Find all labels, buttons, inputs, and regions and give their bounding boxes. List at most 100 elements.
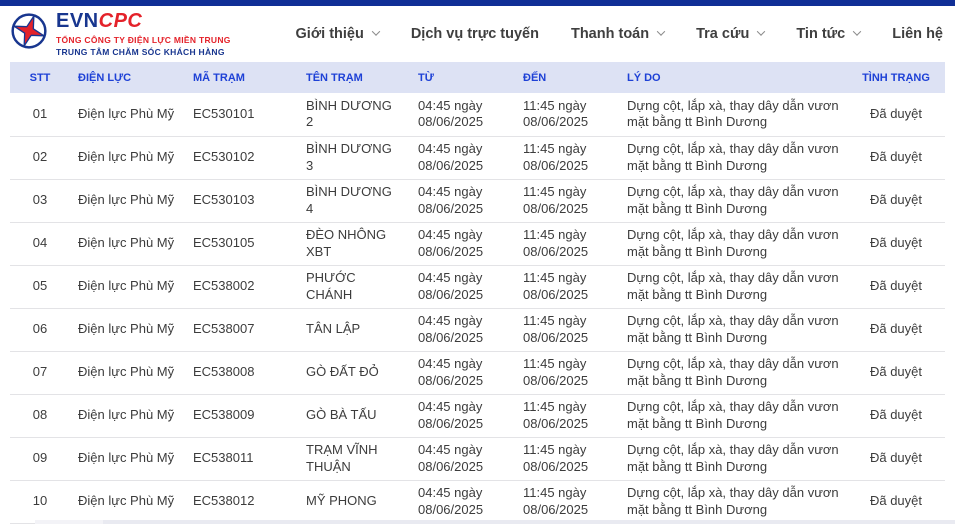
table-row: 04 Điện lực Phù Mỹ EC530105 ĐÈO NHÔNG XB… — [10, 222, 945, 265]
table-row: 03 Điện lực Phù Mỹ EC530103 BÌNH DƯƠNG 4… — [10, 179, 945, 222]
power-company-cell: Điện lực Phù Mỹ — [70, 179, 185, 222]
row-index-cell: 10 — [10, 480, 70, 523]
from-datetime-cell: 04:45 ngày 08/06/2025 — [410, 222, 515, 265]
to-datetime-cell: 11:45 ngày 08/06/2025 — [515, 265, 619, 308]
station-code-cell: EC538007 — [185, 308, 298, 351]
status-cell: Đã duyệt — [847, 394, 945, 437]
reason-cell: Dựng cột, lắp xà, thay dây dẫn vươn mặt … — [619, 480, 847, 523]
to-datetime-cell: 11:45 ngày 08/06/2025 — [515, 351, 619, 394]
col-header-tu: TỪ — [410, 62, 515, 93]
from-datetime-cell: 04:45 ngày 08/06/2025 — [410, 351, 515, 394]
power-company-cell: Điện lực Phù Mỹ — [70, 136, 185, 179]
station-name-cell: BÌNH DƯƠNG 3 — [298, 136, 410, 179]
to-datetime-cell: 11:45 ngày 08/06/2025 — [515, 93, 619, 136]
row-index-cell: 03 — [10, 179, 70, 222]
station-code-cell: EC538009 — [185, 394, 298, 437]
row-index-cell: 04 — [10, 222, 70, 265]
nav-item-dich-vu-truc-tuyen[interactable]: Dịch vụ trực tuyến — [411, 26, 539, 42]
table-row: 01 Điện lực Phù Mỹ EC530101 BÌNH DƯƠNG 2… — [10, 93, 945, 136]
from-datetime-cell: 04:45 ngày 08/06/2025 — [410, 394, 515, 437]
table-row: 02 Điện lực Phù Mỹ EC530102 BÌNH DƯƠNG 3… — [10, 136, 945, 179]
station-name-cell: GÒ BÀ TẤU — [298, 394, 410, 437]
power-company-cell: Điện lực Phù Mỹ — [70, 351, 185, 394]
status-cell: Đã duyệt — [847, 179, 945, 222]
col-header-ly-do: LÝ DO — [619, 62, 847, 93]
status-cell: Đã duyệt — [847, 480, 945, 523]
to-datetime-cell: 11:45 ngày 08/06/2025 — [515, 308, 619, 351]
power-company-cell: Điện lực Phù Mỹ — [70, 265, 185, 308]
nav-item-tra-cuu[interactable]: Tra cứu — [696, 26, 764, 42]
station-name-cell: ĐÈO NHÔNG XBT — [298, 222, 410, 265]
to-datetime-cell: 11:45 ngày 08/06/2025 — [515, 179, 619, 222]
station-code-cell: EC530101 — [185, 93, 298, 136]
reason-cell: Dựng cột, lắp xà, thay dây dẫn vươn mặt … — [619, 351, 847, 394]
to-datetime-cell: 11:45 ngày 08/06/2025 — [515, 394, 619, 437]
horizontal-scrollbar[interactable] — [0, 520, 955, 525]
station-name-cell: MỸ PHONG — [298, 480, 410, 523]
to-datetime-cell: 11:45 ngày 08/06/2025 — [515, 480, 619, 523]
reason-cell: Dựng cột, lắp xà, thay dây dẫn vươn mặt … — [619, 265, 847, 308]
main-nav: Giới thiệu Dịch vụ trực tuyến Thanh toán… — [296, 26, 945, 42]
reason-cell: Dựng cột, lắp xà, thay dây dẫn vươn mặt … — [619, 136, 847, 179]
station-name-cell: TÂN LẬP — [298, 308, 410, 351]
station-name-cell: BÌNH DƯƠNG 4 — [298, 179, 410, 222]
station-code-cell: EC538011 — [185, 437, 298, 480]
col-header-ma-tram: MÃ TRẠM — [185, 62, 298, 93]
station-name-cell: PHƯỚC CHÁNH — [298, 265, 410, 308]
col-header-tinh-trang: TÌNH TRẠNG — [847, 62, 945, 93]
evn-star-icon — [10, 12, 48, 50]
power-company-cell: Điện lực Phù Mỹ — [70, 222, 185, 265]
from-datetime-cell: 04:45 ngày 08/06/2025 — [410, 308, 515, 351]
col-header-dien-luc: ĐIỆN LỰC — [70, 62, 185, 93]
scrollbar-track[interactable] — [35, 520, 955, 524]
reason-cell: Dựng cột, lắp xà, thay dây dẫn vươn mặt … — [619, 394, 847, 437]
station-name-cell: BÌNH DƯƠNG 2 — [298, 93, 410, 136]
reason-cell: Dựng cột, lắp xà, thay dây dẫn vươn mặt … — [619, 179, 847, 222]
station-code-cell: EC538008 — [185, 351, 298, 394]
table-row: 10 Điện lực Phù Mỹ EC538012 MỸ PHONG 04:… — [10, 480, 945, 523]
outage-table: STT ĐIỆN LỰC MÃ TRẠM TÊN TRẠM TỪ ĐẾN LÝ … — [10, 62, 945, 524]
row-index-cell: 07 — [10, 351, 70, 394]
station-code-cell: EC538012 — [185, 480, 298, 523]
chevron-down-icon — [757, 27, 765, 35]
power-company-cell: Điện lực Phù Mỹ — [70, 308, 185, 351]
scrollbar-thumb[interactable] — [35, 520, 103, 524]
table-row: 05 Điện lực Phù Mỹ EC538002 PHƯỚC CHÁNH … — [10, 265, 945, 308]
power-company-cell: Điện lực Phù Mỹ — [70, 437, 185, 480]
row-index-cell: 01 — [10, 93, 70, 136]
power-company-cell: Điện lực Phù Mỹ — [70, 93, 185, 136]
status-cell: Đã duyệt — [847, 93, 945, 136]
col-header-stt: STT — [10, 62, 70, 93]
from-datetime-cell: 04:45 ngày 08/06/2025 — [410, 136, 515, 179]
logo[interactable]: EVNCPC TỔNG CÔNG TY ĐIỆN LỰC MIỀN TRUNG … — [10, 11, 231, 57]
power-company-cell: Điện lực Phù Mỹ — [70, 480, 185, 523]
site-header: EVNCPC TỔNG CÔNG TY ĐIỆN LỰC MIỀN TRUNG … — [0, 6, 955, 62]
table-row: 07 Điện lực Phù Mỹ EC538008 GÒ ĐẤT ĐỎ 04… — [10, 351, 945, 394]
from-datetime-cell: 04:45 ngày 08/06/2025 — [410, 179, 515, 222]
status-cell: Đã duyệt — [847, 308, 945, 351]
status-cell: Đã duyệt — [847, 222, 945, 265]
row-index-cell: 08 — [10, 394, 70, 437]
nav-item-lien-he[interactable]: Liên hệ — [892, 26, 943, 42]
station-code-cell: EC538002 — [185, 265, 298, 308]
nav-item-gioi-thieu[interactable]: Giới thiệu — [296, 26, 379, 42]
table-row: 08 Điện lực Phù Mỹ EC538009 GÒ BÀ TẤU 04… — [10, 394, 945, 437]
status-cell: Đã duyệt — [847, 437, 945, 480]
from-datetime-cell: 04:45 ngày 08/06/2025 — [410, 265, 515, 308]
station-code-cell: EC530102 — [185, 136, 298, 179]
station-code-cell: EC530105 — [185, 222, 298, 265]
brand-name: EVNCPC — [56, 11, 231, 31]
reason-cell: Dựng cột, lắp xà, thay dây dẫn vươn mặt … — [619, 437, 847, 480]
from-datetime-cell: 04:45 ngày 08/06/2025 — [410, 93, 515, 136]
chevron-down-icon — [657, 27, 665, 35]
col-header-ten-tram: TÊN TRẠM — [298, 62, 410, 93]
nav-item-thanh-toan[interactable]: Thanh toán — [571, 26, 664, 42]
reason-cell: Dựng cột, lắp xà, thay dây dẫn vươn mặt … — [619, 308, 847, 351]
to-datetime-cell: 11:45 ngày 08/06/2025 — [515, 437, 619, 480]
row-index-cell: 05 — [10, 265, 70, 308]
status-cell: Đã duyệt — [847, 136, 945, 179]
outage-schedule-section: STT ĐIỆN LỰC MÃ TRẠM TÊN TRẠM TỪ ĐẾN LÝ … — [0, 62, 955, 524]
nav-item-tin-tuc[interactable]: Tin tức — [796, 26, 860, 42]
chevron-down-icon — [853, 27, 861, 35]
logo-text: EVNCPC TỔNG CÔNG TY ĐIỆN LỰC MIỀN TRUNG … — [56, 11, 231, 57]
